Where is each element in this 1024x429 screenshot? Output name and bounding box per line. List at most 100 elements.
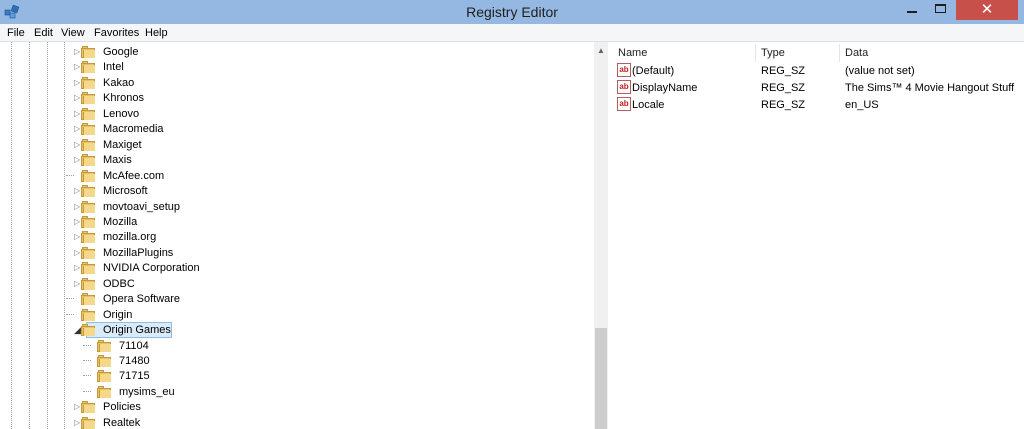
folder-icon: [81, 215, 95, 228]
string-value-icon: ab: [617, 97, 631, 111]
folder-icon: [81, 231, 95, 244]
value-data-cell: The Sims™ 4 Movie Hangout Stuff: [845, 82, 1015, 94]
tree-item[interactable]: ▷ Macromedia: [0, 121, 594, 137]
column-header-type[interactable]: Type: [761, 46, 785, 60]
folder-icon: [81, 154, 95, 167]
value-row[interactable]: ab DisplayName REG_SZ The Sims™ 4 Movie Han…: [611, 79, 1024, 96]
folder-icon: [81, 277, 95, 290]
folder-icon: [81, 246, 95, 259]
folder-icon: [81, 324, 95, 337]
tree-item-label: 71104: [119, 339, 149, 352]
tree-item[interactable]: 71480: [0, 353, 594, 369]
title-bar[interactable]: Registry Editor ✕: [0, 0, 1024, 24]
values-pane[interactable]: Name Type Data ab (Default) REG_SZ (value n…: [611, 42, 1024, 429]
registry-key-tree[interactable]: ▷ Google ▷ Intel ▷ Kakao ▷ Khronos ▷ Lenovo ▷ Macro…: [0, 42, 608, 429]
tree-item-label: MozillaPlugins: [103, 246, 174, 259]
tree-item-label: Policies: [103, 401, 141, 414]
tree-connector: [66, 298, 74, 300]
tree-item[interactable]: ▷ Kakao: [0, 75, 594, 91]
tree-item-label: NVIDIA Corporation: [103, 262, 200, 275]
tree-item[interactable]: ▷ Lenovo: [0, 106, 594, 122]
tree-item[interactable]: ▷ ODBC: [0, 276, 594, 292]
value-type-cell: REG_SZ: [761, 99, 806, 111]
tree-item[interactable]: ▷ Google: [0, 44, 594, 60]
tree-item[interactable]: ▷ movtoavi_setup: [0, 199, 594, 215]
tree-item-label: Lenovo: [103, 107, 140, 120]
column-divider[interactable]: [755, 44, 756, 62]
tree-scrollbar[interactable]: ▲: [594, 42, 608, 429]
menu-file[interactable]: File: [7, 26, 25, 40]
scroll-up-arrow-icon[interactable]: ▲: [597, 46, 605, 55]
folder-icon: [97, 339, 111, 352]
value-row[interactable]: ab (Default) REG_SZ (value not set): [611, 62, 1024, 79]
folder-icon: [81, 308, 95, 321]
maximize-button[interactable]: [927, 0, 955, 20]
folder-icon: [81, 123, 95, 136]
tree-item[interactable]: ▷ Khronos: [0, 90, 594, 106]
tree-item[interactable]: Origin: [0, 307, 594, 323]
scroll-thumb[interactable]: [595, 328, 607, 429]
menu-edit[interactable]: Edit: [34, 26, 53, 40]
column-divider[interactable]: [839, 44, 840, 62]
tree-item[interactable]: ▷ Mozilla: [0, 214, 594, 230]
tree-item-label: Realtek: [103, 416, 141, 429]
tree-item[interactable]: ▷ mozilla.org: [0, 229, 594, 245]
value-name-cell: Locale: [632, 99, 665, 111]
folder-icon: [81, 61, 95, 74]
tree-item-label: movtoavi_setup: [103, 200, 181, 213]
value-data-cell: en_US: [845, 99, 879, 111]
tree-item-label: Maxis: [103, 154, 132, 167]
menu-bar: File Edit View Favorites Help: [0, 24, 1024, 42]
column-header-name[interactable]: Name: [618, 46, 647, 60]
tree-item-label: Macromedia: [103, 123, 164, 136]
tree-item[interactable]: ▷ Policies: [0, 399, 594, 415]
tree-item-label: Mozilla: [103, 215, 138, 228]
minimize-icon: [907, 11, 917, 13]
tree-item[interactable]: McAfee.com: [0, 168, 594, 184]
value-name-cell: DisplayName: [632, 82, 698, 94]
window-title: Registry Editor: [466, 4, 558, 20]
tree-item-label: Microsoft: [103, 185, 148, 198]
menu-view[interactable]: View: [61, 26, 85, 40]
folder-icon: [81, 262, 95, 275]
close-button[interactable]: ✕: [956, 0, 1018, 20]
tree-item[interactable]: ▷ NVIDIA Corporation: [0, 260, 594, 276]
tree-item[interactable]: ▷ Microsoft: [0, 183, 594, 199]
folder-icon: [97, 370, 111, 383]
tree-item[interactable]: ▷ MozillaPlugins: [0, 245, 594, 261]
folder-icon: [81, 185, 95, 198]
string-value-icon: ab: [617, 63, 631, 77]
tree-item[interactable]: ▷ Maxis: [0, 152, 594, 168]
minimize-button[interactable]: [898, 0, 926, 20]
tree-item-label: 71715: [119, 370, 150, 383]
tree-item-label: Google: [103, 46, 139, 58]
tree-item-label: Origin: [103, 308, 133, 321]
tree-item-label: ODBC: [103, 277, 135, 290]
folder-icon: [81, 169, 95, 182]
close-icon: ✕: [980, 1, 994, 18]
folder-icon: [97, 355, 111, 367]
value-row[interactable]: ab Locale REG_SZ en_US: [611, 96, 1024, 113]
folder-icon: [81, 92, 95, 105]
folder-icon: [81, 200, 95, 213]
tree-item[interactable]: ▷ Realtek: [0, 415, 594, 429]
tree-item[interactable]: ◢ Origin Games: [0, 322, 594, 339]
tree-item[interactable]: Opera Software: [0, 291, 594, 307]
tree-connector: [66, 174, 74, 176]
tree-item[interactable]: 71715: [0, 368, 594, 384]
menu-help[interactable]: Help: [145, 26, 168, 40]
tree-item[interactable]: mysims_eu: [0, 384, 594, 400]
column-header-data[interactable]: Data: [845, 46, 868, 60]
folder-icon: [81, 46, 95, 58]
string-value-icon: ab: [617, 80, 631, 94]
menu-favorites[interactable]: Favorites: [94, 26, 139, 40]
tree-item[interactable]: 71104: [0, 338, 594, 354]
tree-connector: [83, 360, 91, 361]
folder-icon: [97, 385, 111, 398]
tree-item[interactable]: ▷ Intel: [0, 59, 594, 75]
folder-icon: [81, 107, 95, 120]
value-name-cell: (Default): [632, 65, 675, 77]
tree-connector: [83, 375, 91, 377]
tree-item[interactable]: ▷ Maxiget: [0, 137, 594, 153]
folder-icon: [81, 76, 95, 89]
